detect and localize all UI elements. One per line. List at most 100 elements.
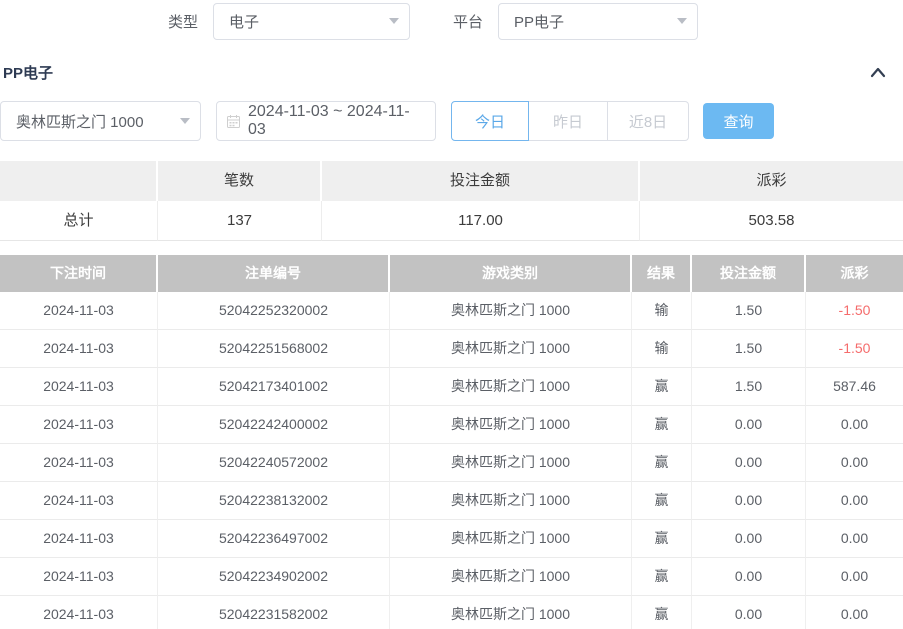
cell-order-id: 52042173401002: [158, 368, 390, 406]
today-button[interactable]: 今日: [451, 101, 529, 141]
table-row: 2024-11-03 52042238132002 奥林匹斯之门 1000 赢 …: [0, 482, 903, 520]
cell-game-type: 奥林匹斯之门 1000: [390, 330, 632, 368]
cell-bet-amount: 1.50: [692, 368, 806, 406]
top-filter-bar: 类型 电子 平台 PP电子: [0, 1, 903, 41]
cell-order-id: 52042251568002: [158, 330, 390, 368]
cell-game-type: 奥林匹斯之门 1000: [390, 292, 632, 330]
cell-result: 赢: [632, 406, 692, 444]
platform-label: 平台: [453, 11, 483, 32]
cell-game-type: 奥林匹斯之门 1000: [390, 520, 632, 558]
caret-down-icon: [677, 18, 687, 24]
cell-game-type: 奥林匹斯之门 1000: [390, 558, 632, 596]
platform-select[interactable]: PP电子: [498, 3, 698, 40]
summary-total-payout: 503.58: [640, 201, 903, 241]
summary-header-bet-amount: 投注金额: [322, 161, 640, 201]
table-row: 2024-11-03 52042234902002 奥林匹斯之门 1000 赢 …: [0, 558, 903, 596]
cell-order-id: 52042231582002: [158, 596, 390, 629]
cell-payout: -1.50: [806, 330, 903, 368]
bet-header-game-type: 游戏类别: [390, 255, 632, 292]
page: 类型 电子 平台 PP电子 PP电子 奥林匹斯之门 1000: [0, 0, 903, 629]
cell-result: 赢: [632, 596, 692, 629]
cell-payout: 0.00: [806, 520, 903, 558]
table-row: 2024-11-03 52042252320002 奥林匹斯之门 1000 输 …: [0, 292, 903, 330]
cell-order-id: 52042236497002: [158, 520, 390, 558]
cell-bet-time: 2024-11-03: [0, 406, 158, 444]
search-button[interactable]: 查询: [703, 103, 774, 139]
cell-order-id: 52042252320002: [158, 292, 390, 330]
bet-header-result: 结果: [632, 255, 692, 292]
cell-bet-amount: 0.00: [692, 558, 806, 596]
table-row: 2024-11-03 52042173401002 奥林匹斯之门 1000 赢 …: [0, 368, 903, 406]
cell-result: 输: [632, 292, 692, 330]
date-range-input[interactable]: 2024-11-03 ~ 2024-11-03: [216, 101, 436, 141]
summary-total-row: 总计 137 117.00 503.58: [0, 201, 903, 241]
summary-header-empty: [0, 161, 158, 201]
summary-header-row: 笔数 投注金额 派彩: [0, 161, 903, 201]
bet-header-payout: 派彩: [806, 255, 903, 292]
cell-bet-amount: 1.50: [692, 330, 806, 368]
cell-bet-time: 2024-11-03: [0, 444, 158, 482]
cell-bet-amount: 0.00: [692, 482, 806, 520]
cell-bet-time: 2024-11-03: [0, 520, 158, 558]
bet-header-bet-amount: 投注金额: [692, 255, 806, 292]
cell-order-id: 52042238132002: [158, 482, 390, 520]
yesterday-button[interactable]: 昨日: [529, 101, 608, 141]
bet-table-header-row: 下注时间 注单编号 游戏类别 结果 投注金额 派彩: [0, 255, 903, 292]
table-row: 2024-11-03 52042242400002 奥林匹斯之门 1000 赢 …: [0, 406, 903, 444]
summary-header-payout: 派彩: [640, 161, 903, 201]
calendar-icon: [226, 114, 241, 129]
type-select[interactable]: 电子: [213, 3, 410, 40]
cell-bet-time: 2024-11-03: [0, 330, 158, 368]
cell-payout: 0.00: [806, 406, 903, 444]
bet-table: 下注时间 注单编号 游戏类别 结果 投注金额 派彩 2024-11-03 520…: [0, 255, 903, 629]
cell-bet-time: 2024-11-03: [0, 558, 158, 596]
type-label: 类型: [168, 11, 198, 32]
cell-bet-amount: 0.00: [692, 520, 806, 558]
cell-result: 赢: [632, 520, 692, 558]
summary-total-label: 总计: [0, 201, 158, 241]
cell-payout: 0.00: [806, 444, 903, 482]
query-bar: 奥林匹斯之门 1000 2024-11-03 ~ 2024-11-03 今日 昨…: [0, 101, 774, 141]
cell-payout: 0.00: [806, 482, 903, 520]
cell-bet-time: 2024-11-03: [0, 596, 158, 629]
cell-payout: 587.46: [806, 368, 903, 406]
cell-bet-time: 2024-11-03: [0, 482, 158, 520]
cell-result: 赢: [632, 368, 692, 406]
table-row: 2024-11-03 52042251568002 奥林匹斯之门 1000 输 …: [0, 330, 903, 368]
cell-game-type: 奥林匹斯之门 1000: [390, 444, 632, 482]
table-row: 2024-11-03 52042231582002 奥林匹斯之门 1000 赢 …: [0, 596, 903, 629]
cell-bet-amount: 0.00: [692, 406, 806, 444]
last-8-days-button[interactable]: 近8日: [608, 101, 689, 141]
cell-bet-time: 2024-11-03: [0, 368, 158, 406]
cell-bet-amount: 0.00: [692, 596, 806, 629]
section-header: PP电子: [0, 57, 903, 87]
bet-header-time: 下注时间: [0, 255, 158, 292]
section-title: PP电子: [3, 62, 53, 83]
table-row: 2024-11-03 52042236497002 奥林匹斯之门 1000 赢 …: [0, 520, 903, 558]
bet-table-body: 2024-11-03 52042252320002 奥林匹斯之门 1000 输 …: [0, 292, 903, 629]
bet-header-order-id: 注单编号: [158, 255, 390, 292]
summary-header-count: 笔数: [158, 161, 322, 201]
cell-result: 输: [632, 330, 692, 368]
caret-down-icon: [180, 118, 190, 124]
date-range-value: 2024-11-03 ~ 2024-11-03: [248, 103, 425, 139]
game-select-value: 奥林匹斯之门 1000: [16, 111, 172, 132]
chevron-up-icon: [869, 65, 887, 79]
collapse-button[interactable]: [869, 65, 887, 79]
cell-bet-amount: 1.50: [692, 292, 806, 330]
cell-payout: -1.50: [806, 292, 903, 330]
cell-payout: 0.00: [806, 558, 903, 596]
type-select-value: 电子: [229, 11, 381, 32]
table-row: 2024-11-03 52042240572002 奥林匹斯之门 1000 赢 …: [0, 444, 903, 482]
game-select[interactable]: 奥林匹斯之门 1000: [0, 101, 201, 141]
cell-game-type: 奥林匹斯之门 1000: [390, 482, 632, 520]
summary-table: 笔数 投注金额 派彩 总计 137 117.00 503.58: [0, 161, 903, 241]
summary-total-count: 137: [158, 201, 322, 241]
summary-total-bet-amount: 117.00: [322, 201, 640, 241]
platform-select-value: PP电子: [514, 11, 669, 32]
caret-down-icon: [389, 18, 399, 24]
cell-game-type: 奥林匹斯之门 1000: [390, 368, 632, 406]
cell-order-id: 52042240572002: [158, 444, 390, 482]
cell-result: 赢: [632, 558, 692, 596]
cell-bet-time: 2024-11-03: [0, 292, 158, 330]
